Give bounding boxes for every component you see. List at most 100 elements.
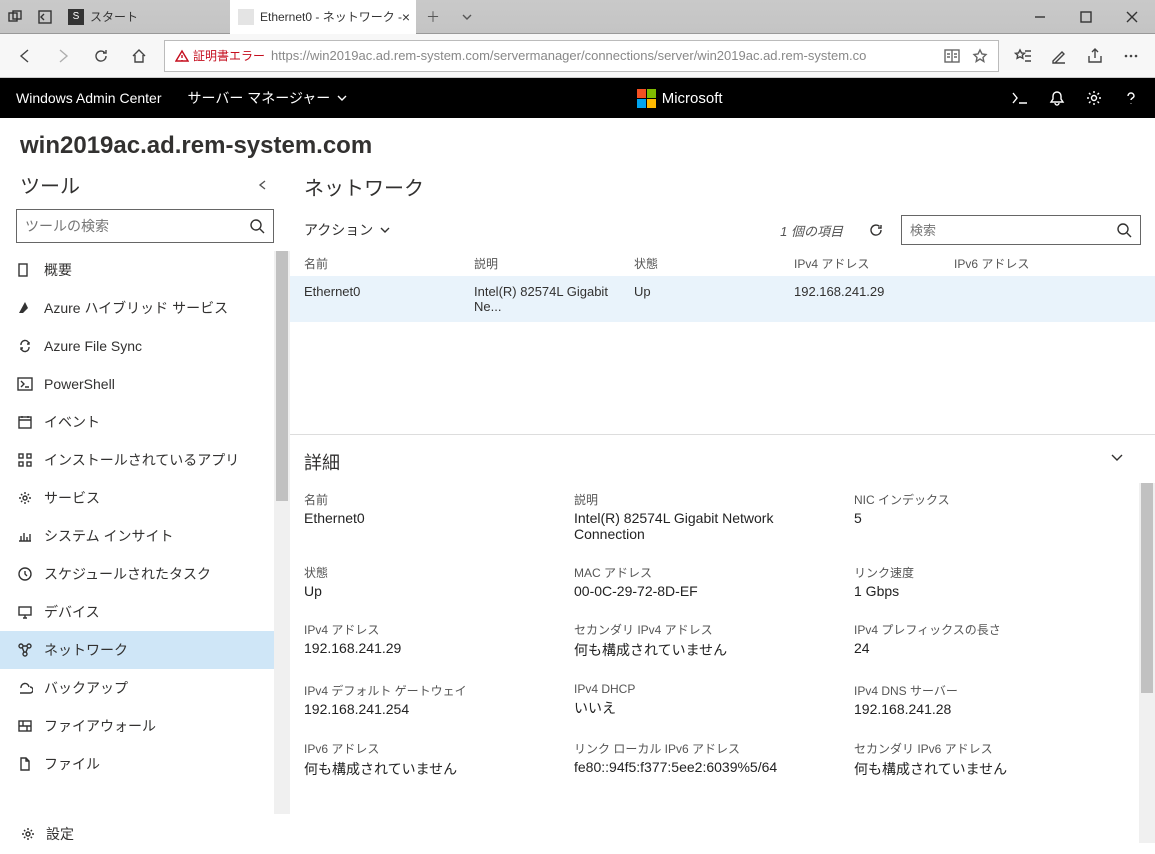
wac-title[interactable]: Windows Admin Center [16,90,162,106]
tasks-icon [16,565,34,583]
browser-tab-ethernet[interactable]: Ethernet0 - ネットワーク - × [230,0,416,34]
browser-tab-start[interactable]: S スタート [60,0,230,34]
edge-set-aside-icon[interactable] [30,10,60,24]
backup-icon [16,679,34,697]
sidebar-item-scheduled-tasks[interactable]: スケジュールされたタスク [0,555,290,593]
collapse-sidebar-icon[interactable] [256,178,270,192]
sync-icon [16,337,34,355]
grid-search-input[interactable] [910,223,1116,238]
favorites-list-icon[interactable] [1005,47,1041,65]
azure-icon [16,299,34,317]
detail-sec-ipv6: セカンダリ IPv6 アドレス何も構成されていません [854,740,1114,779]
refresh-list-button[interactable] [863,221,889,239]
cert-error-label: 証明書エラー [193,47,265,64]
sidebar-item-network[interactable]: ネットワーク [0,631,290,669]
detail-ipv4-dhcp: IPv4 DHCPいいえ [574,682,844,718]
sidebar-item-label: バックアップ [44,678,128,698]
certificate-error[interactable]: 証明書エラー [169,47,271,64]
chevron-down-icon [379,224,391,236]
address-bar[interactable]: 証明書エラー https://win2019ac.ad.rem-system.c… [164,40,999,72]
sidebar-item-overview[interactable]: 概要 [0,251,290,289]
scrollbar[interactable] [274,251,290,814]
sidebar-item-label: システム インサイト [44,526,173,546]
notifications-icon[interactable] [1049,90,1065,106]
apps-icon [16,451,34,469]
col-ipv6[interactable]: IPv6 アドレス [954,255,1141,272]
refresh-button[interactable] [82,37,120,75]
detail-ipv6: IPv6 アドレス何も構成されていません [304,740,564,779]
detail-ipv4-prefix: IPv4 プレフィックスの長さ24 [854,621,1114,660]
col-ipv4[interactable]: IPv4 アドレス [794,255,954,272]
sidebar-item-label: インストールされているアプリ [44,450,239,470]
services-icon [16,489,34,507]
sidebar-item-label: イベント [44,412,100,432]
item-count: 1 個の項目 [780,221,843,240]
settings-icon[interactable] [1085,89,1103,107]
favorite-icon[interactable] [966,48,994,64]
sidebar-settings[interactable]: 設定 [0,814,290,854]
tools-heading: ツール [20,170,80,199]
tab-chevron-icon[interactable] [450,10,484,24]
share-icon[interactable] [1077,47,1113,65]
sidebar-item-services[interactable]: サービス [0,479,290,517]
firewall-icon [16,717,34,735]
new-tab-button[interactable]: ＋ [416,7,450,27]
sidebar-item-files[interactable]: ファイル [0,745,290,783]
sidebar-item-events[interactable]: イベント [0,403,290,441]
sidebar-item-label: Azure ハイブリッド サービス [44,298,228,318]
cell-ipv4: 192.168.241.29 [794,284,954,314]
sidebar-item-devices[interactable]: デバイス [0,593,290,631]
sidebar-item-powershell[interactable]: PowerShell [0,365,290,403]
sidebar-item-system-insights[interactable]: システム インサイト [0,517,290,555]
tools-search-input[interactable] [25,218,249,234]
cloud-shell-icon[interactable] [1011,91,1029,105]
forward-button[interactable] [44,37,82,75]
minimize-button[interactable] [1017,0,1063,33]
notes-icon[interactable] [1041,47,1077,65]
wac-subtitle-label: サーバー マネージャー [188,88,331,108]
details-heading: 詳細 [304,449,1155,483]
detail-link-speed: リンク速度1 Gbps [854,564,1114,599]
close-icon[interactable]: × [402,9,410,25]
sidebar-item-backup[interactable]: バックアップ [0,669,290,707]
scrollbar[interactable] [1139,483,1155,843]
reading-view-icon[interactable] [938,48,966,64]
browser-toolbar: 証明書エラー https://win2019ac.ad.rem-system.c… [0,34,1155,78]
col-name[interactable]: 名前 [304,255,474,272]
sidebar-item-azure-hybrid[interactable]: Azure ハイブリッド サービス [0,289,290,327]
help-icon[interactable] [1123,90,1139,106]
cell-desc: Intel(R) 82574L Gigabit Ne... [474,284,634,314]
close-window-button[interactable] [1109,0,1155,33]
tools-sidebar: ツール 概要 Azure ハイブリッド サービス Azure File Sync… [0,166,290,854]
microsoft-logo: Microsoft [637,89,723,108]
maximize-button[interactable] [1063,0,1109,33]
network-icon [16,641,34,659]
details-panel: 詳細 名前Ethernet0 説明Intel(R) 82574L Gigabit… [290,434,1155,854]
more-icon[interactable] [1113,47,1149,65]
sidebar-item-label: PowerShell [44,376,115,392]
page-title: ネットワーク [304,172,1141,201]
detail-mac: MAC アドレス00-0C-29-72-8D-EF [574,564,844,599]
table-row[interactable]: Ethernet0 Intel(R) 82574L Gigabit Ne... … [290,276,1155,322]
home-button[interactable] [120,37,158,75]
collapse-details-icon[interactable] [1109,449,1125,465]
detail-desc: 説明Intel(R) 82574L Gigabit Network Connec… [574,491,844,542]
edge-tab-actions-icon[interactable] [0,10,30,24]
grid-search[interactable] [901,215,1141,245]
col-desc[interactable]: 説明 [474,255,634,272]
sidebar-item-label: Azure File Sync [44,338,142,354]
sidebar-item-installed-apps[interactable]: インストールされているアプリ [0,441,290,479]
wac-context[interactable]: サーバー マネージャー [188,88,349,108]
detail-name: 名前Ethernet0 [304,491,564,542]
col-status[interactable]: 状態 [634,255,794,272]
sidebar-item-azure-file-sync[interactable]: Azure File Sync [0,327,290,365]
tools-search[interactable] [16,209,274,243]
sidebar-item-firewall[interactable]: ファイアウォール [0,707,290,745]
action-menu-button[interactable]: アクション [304,220,391,240]
detail-status: 状態Up [304,564,564,599]
detail-ipv4-gateway: IPv4 デフォルト ゲートウェイ192.168.241.254 [304,682,564,718]
cell-ipv6 [954,284,1141,314]
cell-name: Ethernet0 [304,284,474,314]
detail-link-local-ipv6: リンク ローカル IPv6 アドレスfe80::94f5:f377:5ee2:6… [574,740,844,779]
back-button[interactable] [6,37,44,75]
